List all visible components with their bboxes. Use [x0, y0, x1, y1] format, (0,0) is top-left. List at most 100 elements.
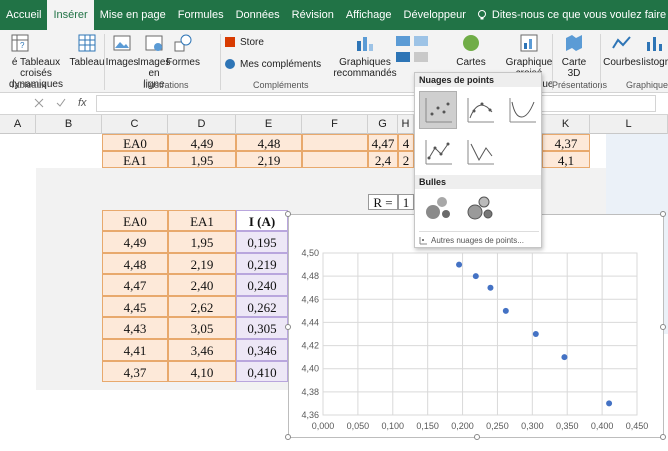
cell[interactable]: 2,19	[236, 151, 302, 168]
bubble-3d-option[interactable]	[461, 189, 499, 227]
scatter-lines-markers-option[interactable]	[419, 133, 457, 171]
confirm-icon[interactable]	[56, 98, 66, 108]
table-cell[interactable]: 1,95	[168, 231, 236, 253]
r-label-cell[interactable]: R =	[368, 194, 398, 210]
shapes-icon	[174, 34, 192, 52]
table-cell[interactable]: 2,19	[168, 252, 236, 275]
cell-ea1-label[interactable]: EA1	[102, 151, 168, 168]
table-cell[interactable]: 2,62	[168, 295, 236, 318]
tab-affichage[interactable]: Affichage	[340, 0, 398, 30]
fx-icon[interactable]: fx	[78, 97, 87, 109]
cell[interactable]: 4	[398, 134, 414, 151]
scatter-lines-option[interactable]	[461, 133, 499, 171]
cell[interactable]	[302, 151, 368, 168]
table-header-current[interactable]: I (A)	[236, 210, 288, 231]
maps-button[interactable]: Cartes	[454, 32, 488, 68]
tell-me-box[interactable]: Dites-nous ce que vous voulez faire	[476, 9, 666, 21]
column-header-k[interactable]: K	[542, 115, 590, 134]
table-cell[interactable]: 4,45	[102, 295, 168, 318]
tab-donnees[interactable]: Données	[230, 0, 286, 30]
table-cell[interactable]: 0,346	[236, 339, 288, 361]
table-cell[interactable]: 3,46	[168, 339, 236, 361]
table-cell[interactable]: 0,305	[236, 317, 288, 339]
cell[interactable]: 4,37	[542, 134, 590, 151]
tab-mise-en-page[interactable]: Mise en page	[94, 0, 172, 30]
scatter-smooth-markers-option[interactable]	[461, 91, 499, 129]
column-header-e[interactable]: E	[236, 115, 302, 134]
my-addins-button[interactable]: Mes compléments	[224, 58, 321, 70]
table-cell[interactable]: 4,49	[102, 231, 168, 253]
cell[interactable]: 4,49	[168, 134, 236, 151]
tab-formules[interactable]: Formules	[172, 0, 230, 30]
cell[interactable]: 1,95	[168, 151, 236, 168]
images-button[interactable]: Images	[106, 32, 138, 68]
recommended-charts-button[interactable]: Graphiques recommandés	[328, 32, 402, 79]
resize-handle[interactable]	[660, 434, 666, 440]
resize-handle[interactable]	[474, 434, 480, 440]
scatter-smooth-option[interactable]	[503, 91, 541, 129]
table-cell[interactable]: 0,195	[236, 231, 288, 253]
scatter-markers-option[interactable]	[419, 91, 457, 129]
column-header-l[interactable]: L	[590, 115, 668, 134]
table-cell[interactable]: 4,43	[102, 317, 168, 339]
tab-revision[interactable]: Révision	[286, 0, 340, 30]
group-complements-label: Compléments	[253, 80, 309, 90]
line-sparkline-button[interactable]: Courbes	[602, 32, 642, 68]
store-button[interactable]: Store	[224, 36, 264, 48]
column-header-g[interactable]: G	[368, 115, 398, 134]
cell[interactable]: 2	[398, 151, 414, 168]
chart-types-buttons[interactable]	[392, 32, 436, 72]
table-cell[interactable]: 0,262	[236, 295, 288, 318]
3d-map-button[interactable]: Carte 3D	[556, 32, 592, 79]
resize-handle[interactable]	[285, 434, 291, 440]
tab-developpeur[interactable]: Développeur	[398, 0, 472, 30]
resize-handle[interactable]	[285, 324, 291, 330]
table-button[interactable]: Tableau	[69, 32, 105, 68]
table-cell[interactable]: 4,47	[102, 274, 168, 296]
data-point	[606, 400, 613, 407]
histogram-sparkline-button[interactable]: Histogra	[642, 32, 668, 68]
table-cell[interactable]: 4,37	[102, 360, 168, 383]
cell-ea0-label[interactable]: EA0	[102, 134, 168, 151]
table-cell[interactable]: 0,219	[236, 252, 288, 275]
table-header-ea1[interactable]: EA1	[168, 210, 236, 231]
scatter-lines-markers-icon	[425, 140, 452, 165]
cell[interactable]: 4,48	[236, 134, 302, 151]
cell[interactable]: 4,47	[368, 134, 398, 151]
table-cell[interactable]: 2,40	[168, 274, 236, 296]
more-scatter-charts-link[interactable]: Autres nuages de points...	[419, 231, 539, 245]
cell[interactable]	[302, 134, 368, 151]
table-cell[interactable]: 4,48	[102, 252, 168, 275]
table-cell[interactable]: 0,410	[236, 360, 288, 383]
column-header-h[interactable]: H	[398, 115, 414, 134]
column-header-d[interactable]: D	[168, 115, 236, 134]
shapes-button[interactable]: Formes	[166, 32, 200, 68]
resize-handle[interactable]	[660, 211, 666, 217]
resize-handle[interactable]	[285, 211, 291, 217]
x-tick-label: 0,200	[451, 421, 474, 431]
bubble-option[interactable]	[419, 189, 457, 227]
formula-input[interactable]	[96, 95, 656, 112]
column-header-f[interactable]: F	[302, 115, 368, 134]
cancel-icon[interactable]	[34, 98, 44, 108]
cell[interactable]: 2,4	[368, 151, 398, 168]
histogram-icon	[647, 37, 662, 51]
x-tick-label: 0,250	[486, 421, 509, 431]
column-header-a[interactable]: A	[0, 115, 36, 134]
section-scatter-header: Nuages de points	[415, 73, 541, 87]
cell[interactable]: 4,1	[542, 151, 590, 168]
column-header-b[interactable]: B	[36, 115, 102, 134]
table-cell[interactable]: 3,05	[168, 317, 236, 339]
tab-accueil[interactable]: Accueil	[0, 0, 47, 30]
table-cell[interactable]: 0,240	[236, 274, 288, 296]
tab-inserer[interactable]: Insérer	[47, 0, 94, 30]
table-cell[interactable]: 4,10	[168, 360, 236, 383]
table-header-ea0[interactable]: EA0	[102, 210, 168, 231]
pivot-table-icon: ?	[11, 34, 29, 52]
data-point	[561, 354, 568, 361]
column-header-c[interactable]: C	[102, 115, 168, 134]
pivot-table-button[interactable]: ?	[0, 32, 40, 57]
resize-handle[interactable]	[660, 324, 666, 330]
table-cell[interactable]: 4,41	[102, 339, 168, 361]
r-value-cell[interactable]: 1	[398, 194, 414, 210]
